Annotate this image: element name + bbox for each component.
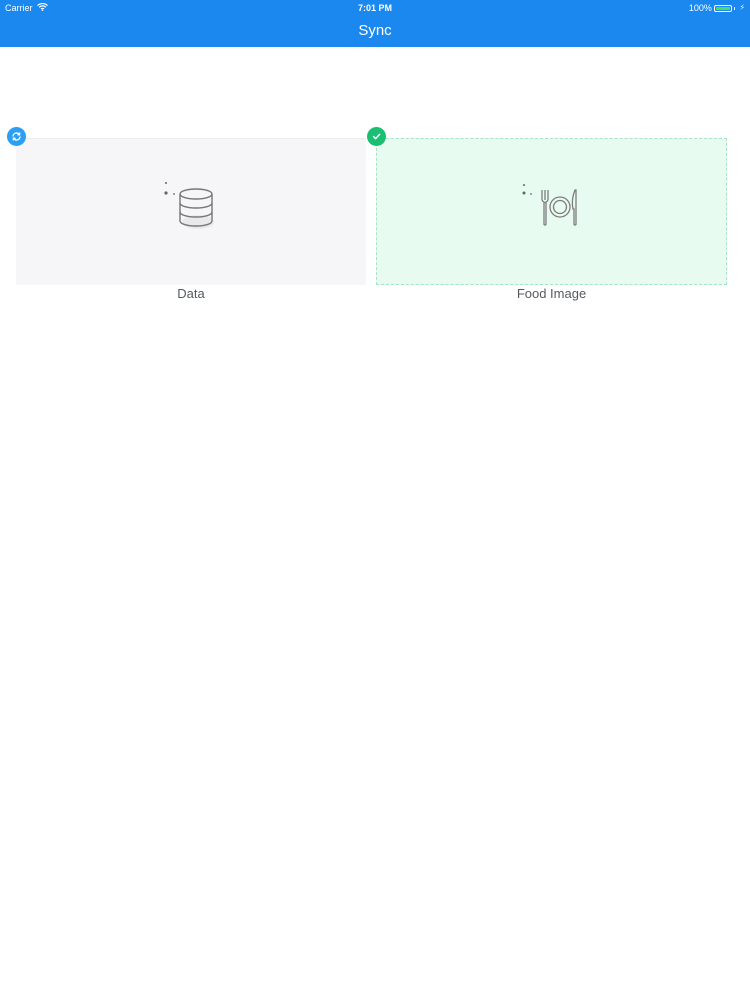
charging-icon: ⚡ xyxy=(739,3,745,12)
card-label-data: Data xyxy=(177,286,205,301)
navigation-bar: Carrier 7:01 PM 100% ⚡ Sync xyxy=(0,0,750,47)
plate-cutlery-icon xyxy=(520,182,582,235)
database-icon xyxy=(160,180,220,241)
battery-percent: 100% xyxy=(688,3,712,13)
status-time: 7:01 PM xyxy=(357,3,392,13)
battery-status: 100% ⚡ xyxy=(689,0,745,16)
sync-icon xyxy=(7,127,26,146)
battery-tip xyxy=(733,6,736,10)
card-label-food-image: Food Image xyxy=(516,286,587,301)
battery-icon xyxy=(713,4,732,12)
page-title: Sync xyxy=(358,22,392,39)
status-bar: Carrier 7:01 PM 100% ⚡ xyxy=(0,0,750,16)
check-icon xyxy=(367,127,386,146)
